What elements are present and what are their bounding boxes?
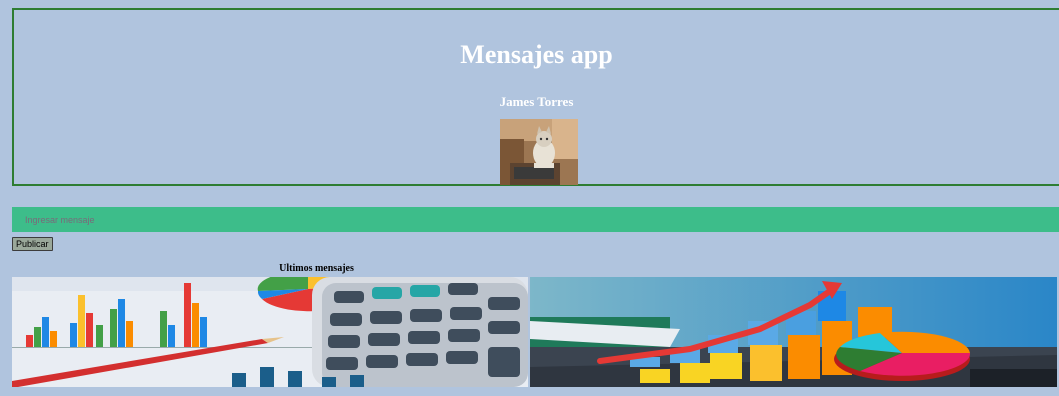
financial-charts-image [12, 277, 528, 387]
calculator-icon [312, 277, 528, 387]
message-input[interactable] [12, 207, 1059, 232]
app-header: Mensajes app James Torres [12, 8, 1059, 186]
latest-messages-heading: Ultimos mensajes [279, 263, 354, 274]
user-name: James Torres [499, 94, 574, 109]
avatar [500, 119, 578, 185]
app-title: Mensajes app [460, 40, 613, 69]
pie-chart-icon [834, 331, 971, 381]
publish-button[interactable]: Publicar [12, 237, 53, 251]
growth-chart-image [530, 277, 1057, 387]
